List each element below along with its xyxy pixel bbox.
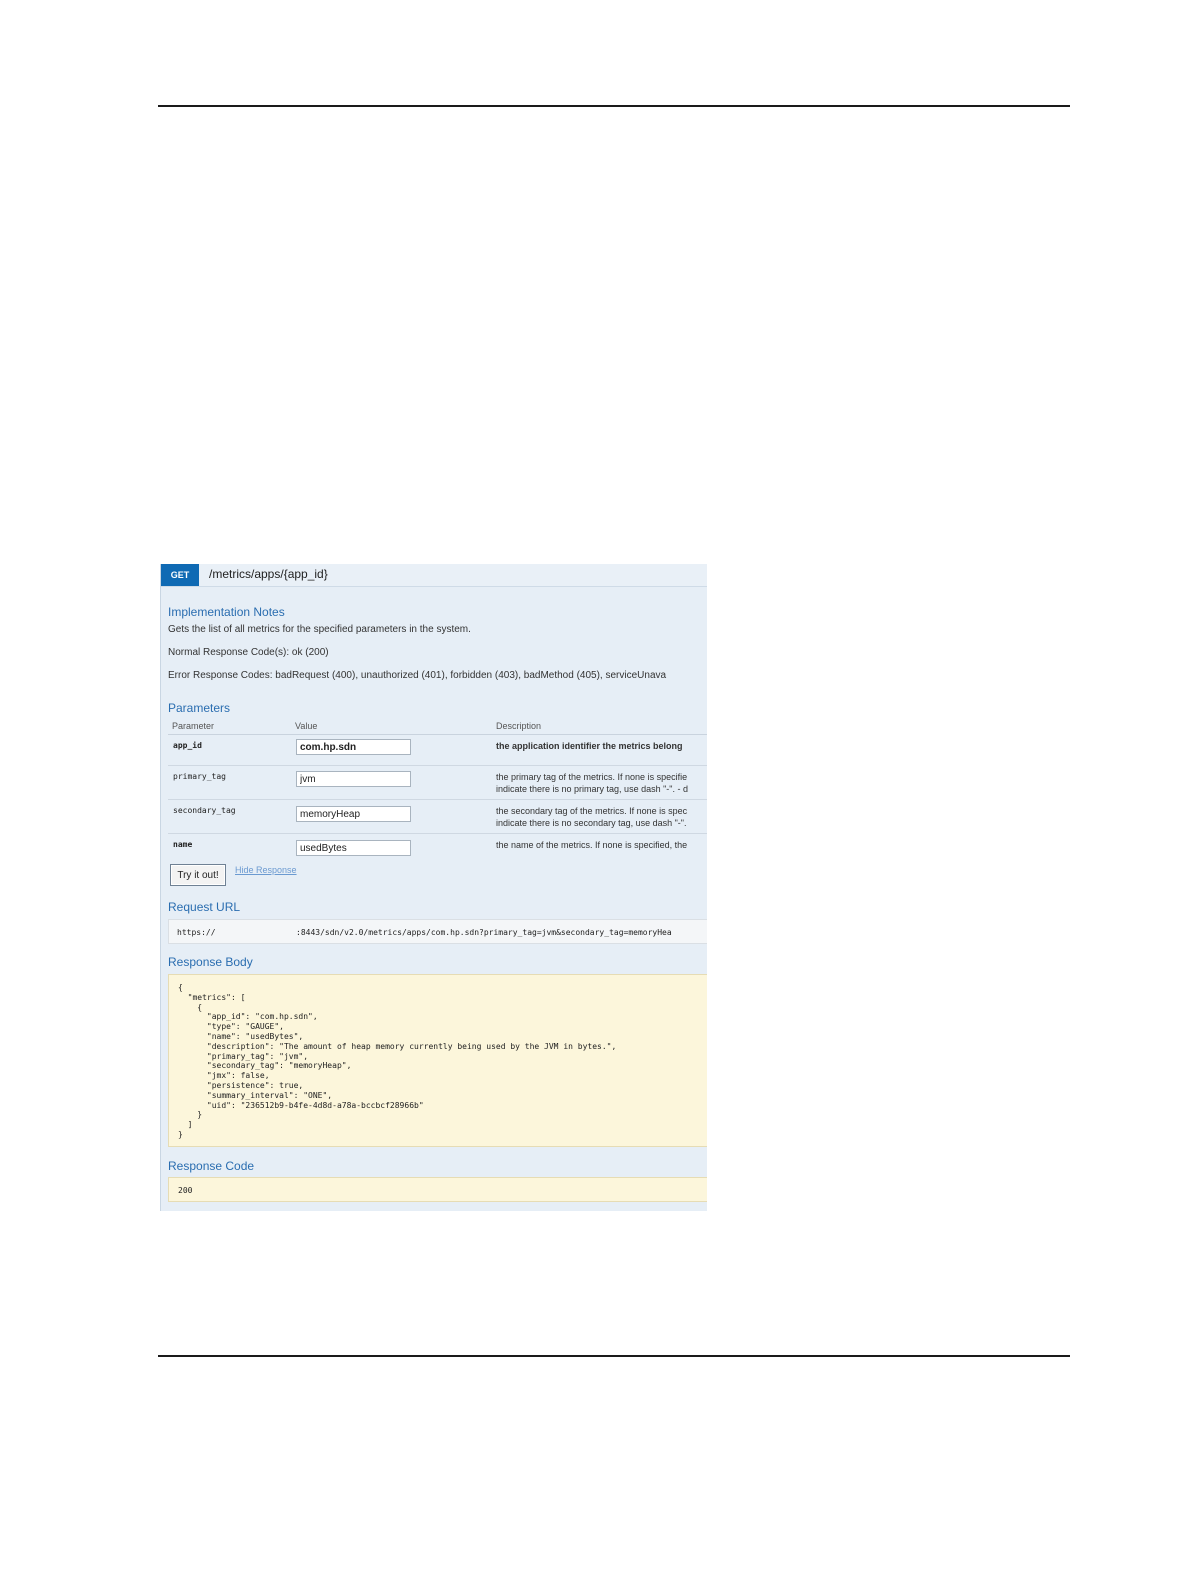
response-code-box[interactable]: 200 [168,1177,707,1202]
param-name: app_id [173,741,202,750]
page-footer-rule [158,1355,1070,1357]
param-name: primary_tag [173,772,226,781]
operation-header[interactable]: GET /metrics/apps/{app_id} [161,564,707,587]
param-row-app-id: app_id the application identifier the me… [168,735,707,766]
param-description: the primary tag of the metrics. If none … [496,771,688,795]
name-input[interactable] [296,840,411,856]
param-description: the secondary tag of the metrics. If non… [496,805,687,829]
column-header-description: Description [496,721,542,731]
normal-response-codes: Normal Response Code(s): ok (200) [168,647,329,658]
param-row-secondary-tag: secondary_tag the secondary tag of the m… [168,800,707,834]
response-code-value: 200 [178,1186,193,1195]
column-header-parameter: Parameter [172,721,215,731]
implementation-notes-title: Implementation Notes [168,605,285,619]
hide-response-link[interactable]: Hide Response [235,865,297,875]
app-id-input[interactable] [296,739,411,755]
param-description-line-2: indicate there is no secondary tag, use … [496,818,687,828]
column-header-value: Value [295,721,318,731]
try-it-out-button[interactable]: Try it out! [170,864,226,886]
error-response-codes: Error Response Codes: badRequest (400), … [168,670,667,681]
page-header-rule [158,105,1070,107]
param-name: secondary_tag [173,806,236,815]
response-body-title: Response Body [168,955,253,969]
primary-tag-input[interactable] [296,771,411,787]
param-description-line-2: indicate there is no primary tag, use da… [496,784,688,794]
request-url-box[interactable]: https:// :8443/sdn/v2.0/metrics/apps/com… [168,919,707,944]
request-url-path: :8443/sdn/v2.0/metrics/apps/com.hp.sdn?p… [296,928,672,937]
response-code-title: Response Code [168,1159,255,1173]
http-method-badge[interactable]: GET [161,564,199,586]
secondary-tag-input[interactable] [296,806,411,822]
parameters-title: Parameters [168,701,231,715]
param-name: name [173,840,193,849]
param-description: the application identifier the metrics b… [496,741,683,751]
param-description-line-1: the secondary tag of the metrics. If non… [496,806,688,816]
request-url-title: Request URL [168,900,241,914]
implementation-description: Gets the list of all metrics for the spe… [168,624,471,635]
request-url-scheme: https:// [177,928,216,937]
endpoint-path[interactable]: /metrics/apps/{app_id} [209,567,328,581]
param-description-line-1: the primary tag of the metrics. If none … [496,772,688,782]
param-description: the name of the metrics. If none is spec… [496,840,688,850]
api-operation-panel: GET /metrics/apps/{app_id} Implementatio… [160,564,707,1211]
response-body-json: { "metrics": [ { "app_id": "com.hp.sdn",… [178,983,617,1139]
response-body-box[interactable]: { "metrics": [ { "app_id": "com.hp.sdn",… [168,974,707,1147]
param-row-primary-tag: primary_tag the primary tag of the metri… [168,766,707,800]
param-row-name: name the name of the metrics. If none is… [168,834,707,861]
